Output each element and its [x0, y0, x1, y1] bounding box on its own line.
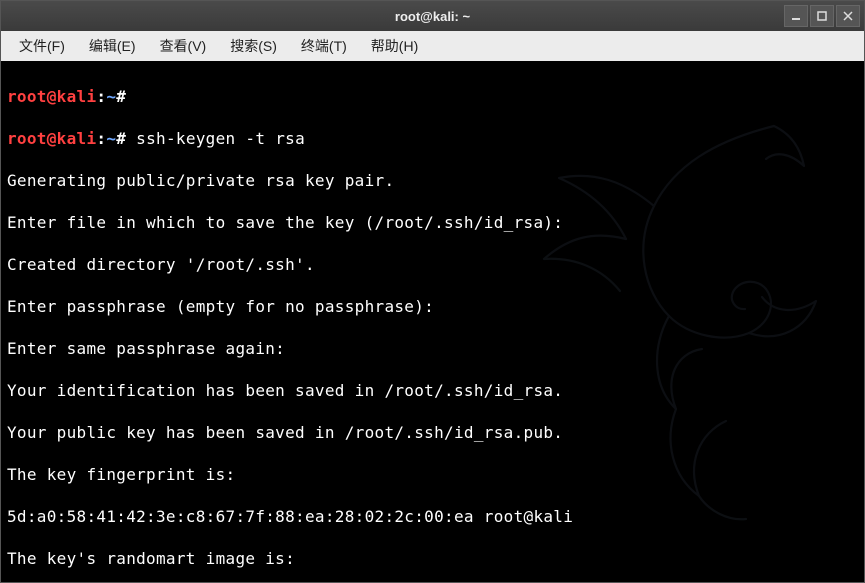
terminal-content: root@kali:~# root@kali:~# ssh-keygen -t … — [1, 61, 864, 582]
output-line: Your public key has been saved in /root/… — [7, 422, 858, 443]
prompt-at: @ — [47, 87, 57, 106]
output-line: Enter passphrase (empty for no passphras… — [7, 296, 858, 317]
prompt-colon: : — [96, 87, 106, 106]
maximize-button[interactable] — [810, 5, 834, 27]
menu-view[interactable]: 查看(V) — [150, 32, 217, 60]
output-line: The key's randomart image is: — [7, 548, 858, 569]
command-text: ssh-keygen -t rsa — [126, 129, 305, 148]
menu-terminal[interactable]: 终端(T) — [291, 32, 357, 60]
prompt-user: root — [7, 87, 47, 106]
output-line: Your identification has been saved in /r… — [7, 380, 858, 401]
titlebar[interactable]: root@kali: ~ — [1, 1, 864, 31]
menu-file[interactable]: 文件(F) — [9, 32, 75, 60]
menu-search[interactable]: 搜索(S) — [220, 32, 287, 60]
output-line: Enter file in which to save the key (/ro… — [7, 212, 858, 233]
minimize-button[interactable] — [784, 5, 808, 27]
menu-help[interactable]: 帮助(H) — [361, 32, 428, 60]
command-line: root@kali:~# ssh-keygen -t rsa — [7, 128, 858, 149]
output-line: 5d:a0:58:41:42:3e:c8:67:7f:88:ea:28:02:2… — [7, 506, 858, 527]
prompt-line: root@kali:~# — [7, 86, 858, 107]
minimize-icon — [791, 11, 801, 21]
menubar: 文件(F) 编辑(E) 查看(V) 搜索(S) 终端(T) 帮助(H) — [1, 31, 864, 61]
window-controls — [784, 5, 860, 27]
prompt-path: ~ — [106, 87, 116, 106]
window-title: root@kali: ~ — [395, 9, 470, 24]
terminal-area[interactable]: root@kali:~# root@kali:~# ssh-keygen -t … — [1, 61, 864, 582]
prompt-host: kali — [57, 87, 97, 106]
prompt-hash: # — [116, 87, 126, 106]
terminal-window: root@kali: ~ 文件(F) 编辑(E) 查看(V) 搜索(S) 终端(… — [0, 0, 865, 583]
output-line: Created directory '/root/.ssh'. — [7, 254, 858, 275]
output-line: The key fingerprint is: — [7, 464, 858, 485]
output-line: Generating public/private rsa key pair. — [7, 170, 858, 191]
output-line: Enter same passphrase again: — [7, 338, 858, 359]
menu-edit[interactable]: 编辑(E) — [79, 32, 146, 60]
maximize-icon — [817, 11, 827, 21]
close-button[interactable] — [836, 5, 860, 27]
close-icon — [843, 11, 853, 21]
